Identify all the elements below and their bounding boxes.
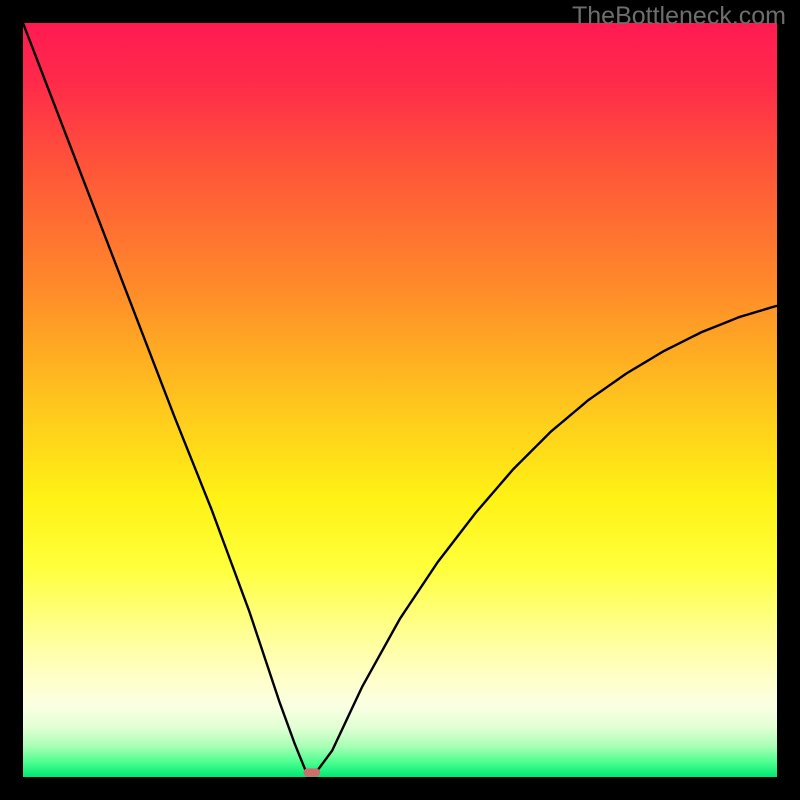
watermark-text: TheBottleneck.com [572,2,786,31]
chart-frame: TheBottleneck.com [0,0,800,800]
chart-plot-area [23,23,777,777]
chart-svg [23,23,777,777]
minimum-marker [303,768,320,776]
gradient-background [23,23,777,777]
